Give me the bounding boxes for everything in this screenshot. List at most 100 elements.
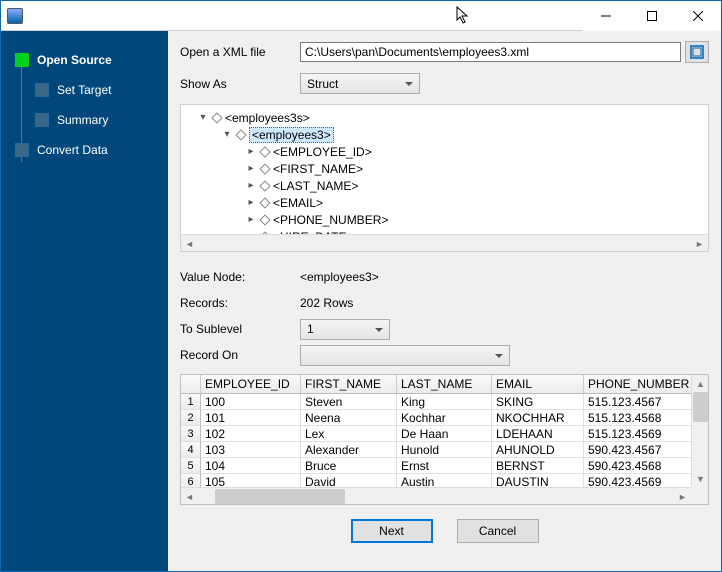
grid-cell[interactable]: De Haan	[397, 426, 492, 442]
grid-cell[interactable]: Kochhar	[397, 410, 492, 426]
node-icon	[259, 146, 270, 157]
row-header[interactable]: 2	[181, 410, 201, 426]
grid-vertical-scrollbar[interactable]: ▲ ▼	[691, 375, 708, 487]
grid-cell[interactable]: 515.123.4568	[584, 410, 696, 426]
collapse-icon[interactable]: ▾	[221, 129, 233, 140]
sidebar-item-label: Set Target	[57, 83, 111, 97]
tree-node[interactable]: ▸ <EMPLOYEE_ID>	[187, 143, 702, 160]
to-sublevel-label: To Sublevel	[180, 322, 300, 336]
next-button[interactable]: Next	[351, 519, 433, 543]
to-sublevel-select[interactable]: 1	[300, 319, 390, 340]
column-header[interactable]: LAST_NAME	[397, 375, 492, 394]
expand-icon[interactable]: ▸	[245, 197, 257, 208]
sidebar-item-open-source[interactable]: Open Source	[1, 45, 168, 75]
sidebar-item-convert-data[interactable]: Convert Data	[1, 135, 168, 165]
collapse-icon[interactable]: ▾	[197, 112, 209, 123]
row-header[interactable]: 4	[181, 442, 201, 458]
show-as-label: Show As	[180, 77, 300, 91]
browse-button[interactable]	[685, 41, 709, 63]
titlebar	[1, 1, 721, 31]
folder-icon	[690, 45, 704, 59]
grid-cell[interactable]: Hunold	[397, 442, 492, 458]
grid-cell[interactable]: 100	[201, 394, 301, 410]
grid-cell[interactable]: Alexander	[301, 442, 397, 458]
column-header[interactable]: EMAIL	[492, 375, 584, 394]
grid-cell[interactable]: NKOCHHAR	[492, 410, 584, 426]
sidebar-item-label: Convert Data	[37, 143, 108, 157]
grid-cell[interactable]: Steven	[301, 394, 397, 410]
cancel-button[interactable]: Cancel	[457, 519, 539, 543]
grid-cell[interactable]: Lex	[301, 426, 397, 442]
grid-cell[interactable]: Neena	[301, 410, 397, 426]
tree-node-label: <EMAIL>	[273, 196, 323, 210]
minimize-button[interactable]	[583, 1, 629, 31]
tree-node-label: <LAST_NAME>	[273, 179, 358, 193]
row-header[interactable]: 1	[181, 394, 201, 410]
sidebar-item-label: Summary	[57, 113, 108, 127]
show-as-select[interactable]: Struct	[300, 73, 420, 94]
tree-node[interactable]: ▾ <employees3>	[187, 126, 702, 143]
file-path-input[interactable]	[300, 42, 681, 62]
node-icon	[259, 214, 270, 225]
column-header[interactable]: EMPLOYEE_ID	[201, 375, 301, 394]
node-icon	[259, 163, 270, 174]
record-on-label: Record On	[180, 348, 300, 362]
grid-cell[interactable]: 590.423.4568	[584, 458, 696, 474]
value-node-label: Value Node:	[180, 270, 300, 284]
grid-cell[interactable]: 590.423.4567	[584, 442, 696, 458]
column-header[interactable]: PHONE_NUMBER	[584, 375, 696, 394]
grid-cell[interactable]: Bruce	[301, 458, 397, 474]
node-icon	[235, 129, 246, 140]
node-icon	[211, 112, 222, 123]
grid-cell[interactable]: 104	[201, 458, 301, 474]
tree-node[interactable]: ▸ <LAST_NAME>	[187, 177, 702, 194]
app-icon	[7, 8, 23, 24]
tree-node-label: <PHONE_NUMBER>	[273, 213, 388, 227]
sidebar-item-set-target[interactable]: Set Target	[1, 75, 168, 105]
expand-icon[interactable]: ▸	[245, 163, 257, 174]
records-value: 202 Rows	[300, 296, 353, 310]
grid-cell[interactable]: AHUNOLD	[492, 442, 584, 458]
tree-node-label: <employees3s>	[225, 111, 310, 125]
grid-cell[interactable]: King	[397, 394, 492, 410]
content-pane: Open a XML file Show As Struct ▾ <employe…	[168, 31, 721, 571]
tree-node-label: <FIRST_NAME>	[273, 162, 363, 176]
grid-cell[interactable]: 515.123.4567	[584, 394, 696, 410]
grid-cell[interactable]: 101	[201, 410, 301, 426]
grid-cell[interactable]: BERNST	[492, 458, 584, 474]
maximize-button[interactable]	[629, 1, 675, 31]
grid-cell[interactable]: Ernst	[397, 458, 492, 474]
column-header[interactable]: FIRST_NAME	[301, 375, 397, 394]
sidebar-item-summary[interactable]: Summary	[1, 105, 168, 135]
grid-cell[interactable]: SKING	[492, 394, 584, 410]
expand-icon[interactable]: ▸	[245, 146, 257, 157]
value-node-value: <employees3>	[300, 270, 379, 284]
row-header[interactable]: 5	[181, 458, 201, 474]
tree-node[interactable]: ▸ <EMAIL>	[187, 194, 702, 211]
xml-tree[interactable]: ▾ <employees3s> ▾ <employees3> ▸ <EMPLOYEE_ID…	[180, 104, 709, 252]
tree-node[interactable]: ▾ <employees3s>	[187, 109, 702, 126]
node-icon	[259, 180, 270, 191]
record-on-select[interactable]	[300, 345, 510, 366]
node-icon	[259, 197, 270, 208]
grid-horizontal-scrollbar[interactable]: ◄ ►	[181, 487, 691, 504]
grid-cell[interactable]: 103	[201, 442, 301, 458]
tree-horizontal-scrollbar[interactable]: ◄ ►	[181, 234, 708, 251]
open-file-label: Open a XML file	[180, 45, 300, 59]
close-button[interactable]	[675, 1, 721, 31]
tree-node-label: <EMPLOYEE_ID>	[273, 145, 372, 159]
sidebar-item-label: Open Source	[37, 53, 112, 67]
tree-node[interactable]: ▸ <PHONE_NUMBER>	[187, 211, 702, 228]
grid-cell[interactable]: LDEHAAN	[492, 426, 584, 442]
expand-icon[interactable]: ▸	[245, 180, 257, 191]
records-label: Records:	[180, 296, 300, 310]
tree-node[interactable]: ▸ <FIRST_NAME>	[187, 160, 702, 177]
row-header[interactable]: 3	[181, 426, 201, 442]
data-grid[interactable]: EMPLOYEE_IDFIRST_NAMELAST_NAMEEMAILPHONE…	[180, 374, 709, 505]
expand-icon[interactable]: ▸	[245, 214, 257, 225]
grid-cell[interactable]: 515.123.4569	[584, 426, 696, 442]
wizard-sidebar: Open Source Set Target Summary Convert D…	[1, 31, 168, 571]
grid-corner	[181, 375, 201, 394]
grid-cell[interactable]: 102	[201, 426, 301, 442]
tree-node-label: <employees3>	[249, 127, 334, 143]
